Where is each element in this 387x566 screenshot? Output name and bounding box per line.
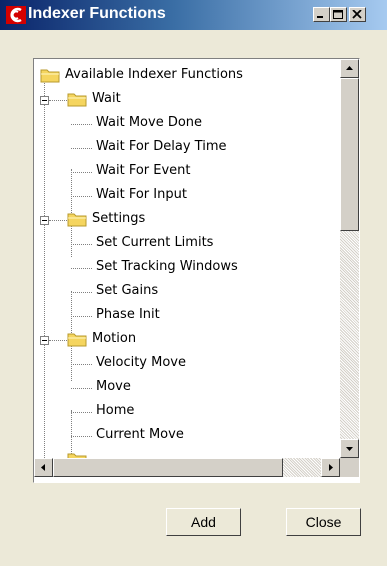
tree-item-set-current-limits[interactable]: Set Current Limits: [34, 233, 334, 255]
folder-icon: [67, 93, 87, 107]
tree-item-set-tracking-windows[interactable]: Set Tracking Windows: [34, 257, 334, 279]
tree-group-wait[interactable]: Wait: [34, 89, 334, 111]
tree-branch-line: [71, 244, 92, 245]
app-logo-icon: [6, 6, 26, 24]
tree-item-velocity-move[interactable]: Velocity Move: [34, 353, 334, 375]
maximize-button[interactable]: [330, 7, 347, 22]
tree-item-wait-for-delay-time[interactable]: Wait For Delay Time: [34, 137, 334, 159]
tree-item-label: Wait Move Done: [96, 115, 203, 130]
tree-item-label: Set Gains: [96, 283, 159, 298]
tree-item-wait-move-done[interactable]: Wait Move Done: [34, 113, 334, 135]
tree-item-label: Wait For Input: [96, 187, 187, 202]
tree-branch-line: [71, 292, 92, 293]
tree-branch-line: [71, 268, 92, 269]
tree-item-label: Set Current Limits: [96, 235, 214, 250]
tree-branch-line: [71, 196, 92, 197]
minimize-button[interactable]: [313, 7, 330, 22]
add-button[interactable]: Add: [166, 508, 241, 536]
scroll-right-button[interactable]: [321, 458, 340, 477]
tree-item-label: Velocity Move: [96, 355, 186, 370]
tree-root-node[interactable]: Available Indexer Functions: [34, 65, 334, 87]
title-bar[interactable]: Indexer Functions: [0, 0, 387, 30]
tree-group-label: Motion: [92, 331, 137, 346]
folder-icon: [67, 213, 87, 227]
tree-item-label: Phase Init: [96, 307, 160, 322]
maximize-icon: [333, 10, 343, 19]
arrow-down-icon: [346, 447, 353, 451]
vertical-scrollbar[interactable]: [340, 59, 359, 458]
arrow-up-icon: [346, 66, 353, 70]
tree-branch-line: [71, 364, 92, 365]
tree-branch-line: [71, 412, 92, 413]
tree-item-current-move[interactable]: Current Move: [34, 425, 334, 447]
tree-group-label: Settings: [92, 211, 146, 226]
tree-item-label: Home: [96, 403, 135, 418]
tree-group-partial: [34, 449, 334, 458]
scroll-down-button[interactable]: [340, 439, 359, 458]
tree-group-motion[interactable]: Motion: [34, 329, 334, 351]
tree-branch-line: [71, 436, 92, 437]
tree-group-label: Wait: [92, 91, 121, 106]
tree-item-set-gains[interactable]: Set Gains: [34, 281, 334, 303]
arrow-left-icon: [41, 464, 45, 471]
minimize-icon: [317, 16, 323, 18]
tree-content: Available Indexer Functions Wait Wait Mo…: [34, 59, 341, 458]
scroll-up-button[interactable]: [340, 59, 359, 78]
tree-branch-line: [71, 172, 92, 173]
folder-icon: [40, 69, 60, 83]
tree-item-label: Move: [96, 379, 131, 394]
tree-item-home[interactable]: Home: [34, 401, 334, 423]
function-tree-view[interactable]: Available Indexer Functions Wait Wait Mo…: [33, 58, 360, 483]
collapse-toggle-icon[interactable]: [40, 96, 49, 105]
horizontal-scrollbar[interactable]: [34, 458, 340, 477]
tree-root-label: Available Indexer Functions: [65, 67, 243, 82]
tree-branch-line: [71, 388, 92, 389]
tree-item-label: Wait For Delay Time: [96, 139, 227, 154]
tree-item-label: Wait For Event: [96, 163, 191, 178]
arrow-right-icon: [329, 464, 333, 471]
folder-icon: [67, 453, 87, 458]
tree-branch-line: [49, 100, 67, 101]
close-icon: [352, 10, 362, 19]
tree-item-label: Set Tracking Windows: [96, 259, 238, 274]
window-title: Indexer Functions: [28, 5, 166, 22]
tree-item-move[interactable]: Move: [34, 377, 334, 399]
scrollbar-corner: [340, 458, 359, 477]
tree-item-phase-init[interactable]: Phase Init: [34, 305, 334, 327]
collapse-toggle-icon[interactable]: [40, 336, 49, 345]
indexer-functions-window: Indexer Functions Available Indexer Func…: [0, 0, 387, 566]
tree-branch-line: [49, 340, 67, 341]
tree-item-wait-for-event[interactable]: Wait For Event: [34, 161, 334, 183]
tree-branch-line: [71, 148, 92, 149]
tree-item-wait-for-input[interactable]: Wait For Input: [34, 185, 334, 207]
tree-branch-line: [71, 316, 92, 317]
collapse-toggle-icon[interactable]: [40, 216, 49, 225]
tree-branch-line: [49, 220, 67, 221]
close-window-button[interactable]: [349, 7, 366, 22]
scroll-left-button[interactable]: [34, 458, 53, 477]
scroll-thumb[interactable]: [53, 458, 283, 477]
folder-icon: [67, 333, 87, 347]
tree-item-label: Current Move: [96, 427, 184, 442]
tree-group-settings[interactable]: Settings: [34, 209, 334, 231]
scroll-thumb[interactable]: [340, 78, 359, 231]
tree-branch-line: [71, 124, 92, 125]
close-button[interactable]: Close: [286, 508, 361, 536]
